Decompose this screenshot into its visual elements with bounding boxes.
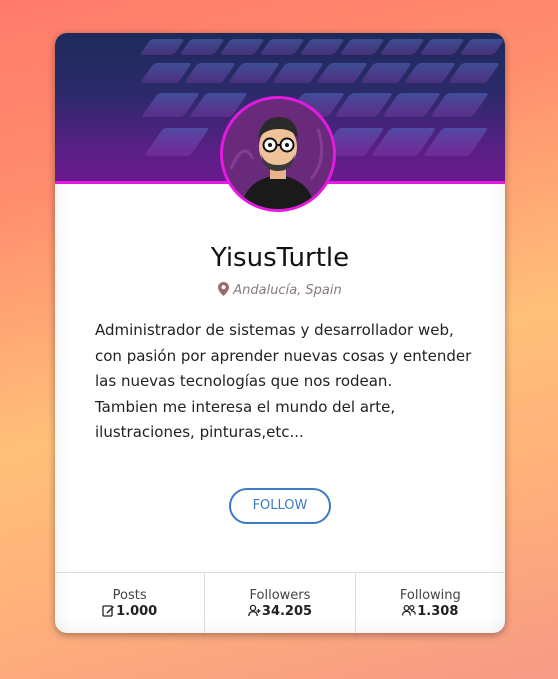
location-pin-icon [218, 282, 230, 300]
bio-paragraph: Tambien me interesa el mundo del arte, i… [95, 397, 396, 442]
stat-posts[interactable]: Posts 1.000 [55, 573, 206, 633]
avatar-illustration [223, 99, 333, 209]
stat-value: 1.308 [417, 604, 459, 619]
stat-value-wrap: 1.000 [55, 604, 204, 620]
stat-label: Following [399, 588, 461, 603]
stat-following[interactable]: Following 1.308 [356, 573, 505, 633]
stat-value-wrap: 1.308 [356, 604, 505, 620]
stat-followers[interactable]: Followers 34.205 [205, 573, 356, 633]
bio-paragraph: Administrador de sistemas y desarrollado… [95, 321, 472, 390]
location: Andalucía, Spain [55, 282, 505, 300]
user-add-icon [248, 604, 261, 617]
follow-button[interactable]: FOLLOW [229, 488, 331, 524]
users-icon [402, 604, 417, 616]
avatar [220, 96, 336, 212]
stat-value-wrap: 34.205 [205, 604, 354, 620]
stat-value: 34.205 [261, 604, 313, 619]
edit-icon [102, 605, 115, 617]
stat-label: Followers [249, 588, 311, 603]
bio: Administrador de sistemas y desarrollado… [95, 318, 475, 446]
profile-card: YisusTurtle Andalucía, Spain Administrad… [55, 33, 505, 633]
location-text: Andalucía, Spain [233, 283, 342, 298]
profile-name: YisusTurtle [210, 243, 350, 273]
stats-bar: Posts 1.000 Followers 34.205 Following 1… [55, 572, 505, 633]
stat-value: 1.000 [116, 604, 158, 619]
stat-label: Posts [112, 588, 147, 603]
